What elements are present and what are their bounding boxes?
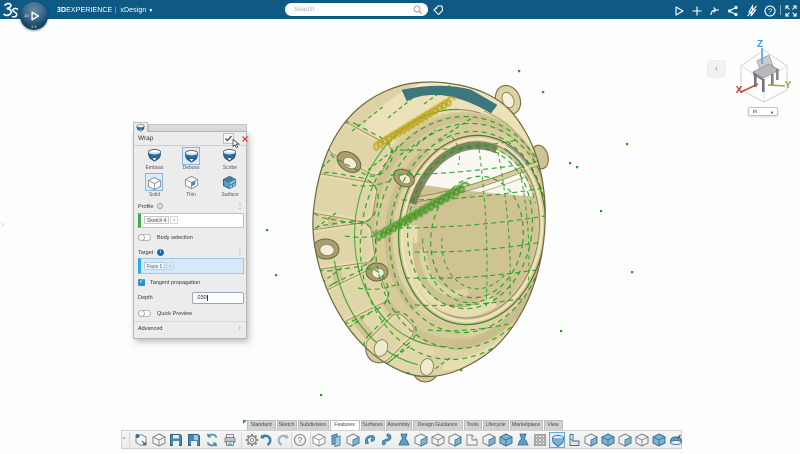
svg-text:X: X xyxy=(736,85,743,96)
svg-text:?: ? xyxy=(298,436,303,445)
svg-text:Y: Y xyxy=(785,80,792,91)
svg-text:Z: Z xyxy=(757,39,763,50)
svg-text:?: ? xyxy=(768,7,772,16)
